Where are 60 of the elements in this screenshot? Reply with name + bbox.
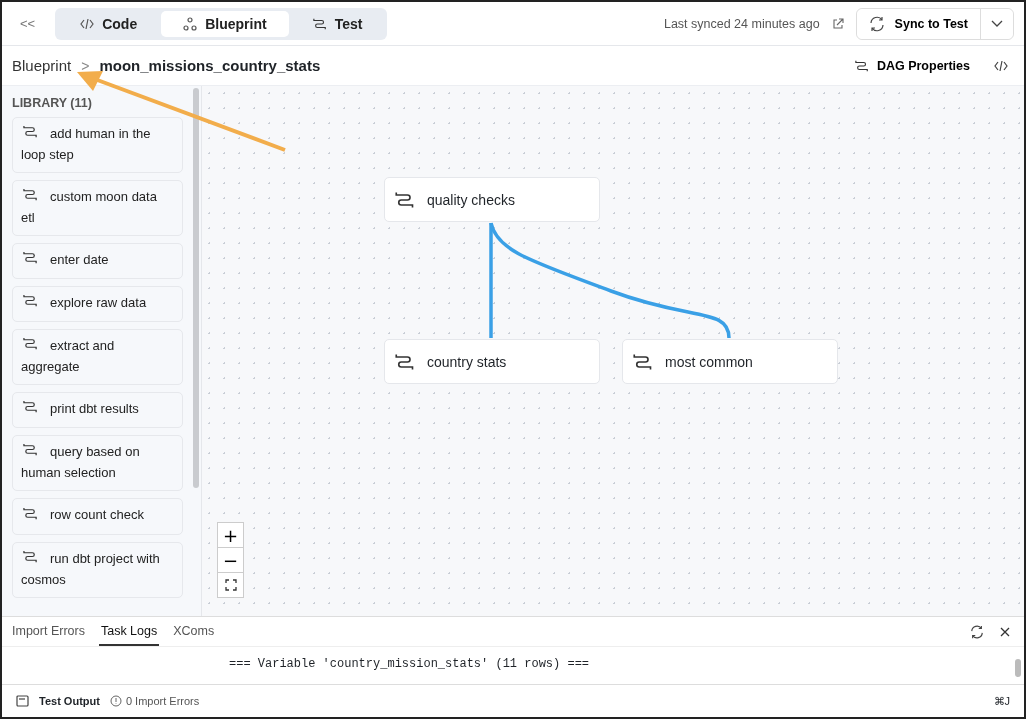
library-item[interactable]: custom moon data etl [12, 180, 183, 237]
refresh-icon [868, 15, 885, 32]
task-icon [23, 124, 38, 140]
task-icon [23, 187, 38, 203]
library-item[interactable]: row count check [12, 498, 183, 535]
task-icon [854, 58, 869, 73]
task-icon [23, 442, 38, 458]
library-item[interactable]: print dbt results [12, 392, 183, 429]
task-icon [312, 16, 327, 31]
node-label: quality checks [427, 191, 515, 208]
zoom-out-button[interactable]: − [217, 547, 244, 573]
task-icon [23, 293, 38, 309]
task-node[interactable]: quality checks [384, 177, 600, 222]
collapse-button[interactable]: << [12, 16, 44, 31]
panel-tab[interactable]: Import Errors [10, 617, 87, 646]
task-icon [23, 336, 38, 352]
library-item[interactable]: extract and aggregate [12, 329, 183, 386]
task-icon [23, 548, 38, 564]
view-tab[interactable]: Test [290, 10, 385, 37]
fit-view-icon [224, 579, 237, 591]
log-line: === Variable 'country_mission_stats' (11 rows) === [229, 657, 591, 671]
library-item[interactable]: query based on human selection [12, 435, 183, 492]
task-node[interactable]: most common [622, 339, 838, 384]
breadcrumb-link[interactable]: Blueprint [12, 57, 72, 74]
refresh-icon [970, 624, 984, 639]
fit-view-button[interactable] [217, 572, 244, 598]
close-icon [1000, 626, 1010, 637]
sync-button[interactable]: Sync to Test [856, 8, 981, 39]
test-output-label[interactable]: Test Output [39, 695, 100, 707]
external-link-icon[interactable] [831, 17, 844, 30]
task-icon [23, 399, 38, 415]
breadcrumb-separator: > [81, 57, 90, 74]
task-icon [23, 505, 38, 521]
node-label: most common [665, 353, 753, 370]
scrollbar-thumb[interactable] [193, 88, 199, 488]
sync-status: Last synced 24 minutes ago [663, 16, 820, 31]
dag-properties-button[interactable]: DAG Properties [846, 58, 978, 73]
library-item[interactable]: enter date [12, 243, 183, 280]
keyboard-shortcut: ⌘J [993, 694, 1010, 708]
panel-tab[interactable]: Task Logs [98, 617, 160, 646]
terminal-icon [16, 695, 29, 707]
code-icon [994, 58, 1008, 73]
view-tab[interactable]: Blueprint [161, 10, 289, 37]
view-tab[interactable]: Code [58, 10, 160, 37]
nodes-icon [183, 16, 198, 31]
task-node[interactable]: country stats [384, 339, 600, 384]
library-title: LIBRARY (11) [12, 96, 93, 110]
scrollbar-thumb[interactable] [1015, 659, 1021, 677]
node-label: country stats [427, 353, 507, 370]
chevron-down-icon [991, 19, 1003, 28]
task-icon [23, 250, 38, 266]
library-item[interactable]: add human in the loop step [12, 117, 183, 174]
import-errors-status[interactable]: 0 Import Errors [109, 695, 200, 707]
panel-tab[interactable]: XComs [171, 617, 217, 646]
zoom-in-button[interactable]: + [217, 522, 244, 548]
info-icon [109, 695, 122, 707]
dag-title: moon_missions_country_stats [99, 57, 321, 74]
library-item[interactable]: explore raw data [12, 286, 183, 323]
library-item[interactable]: run dbt project with cosmos [12, 541, 183, 598]
code-icon [80, 16, 95, 31]
